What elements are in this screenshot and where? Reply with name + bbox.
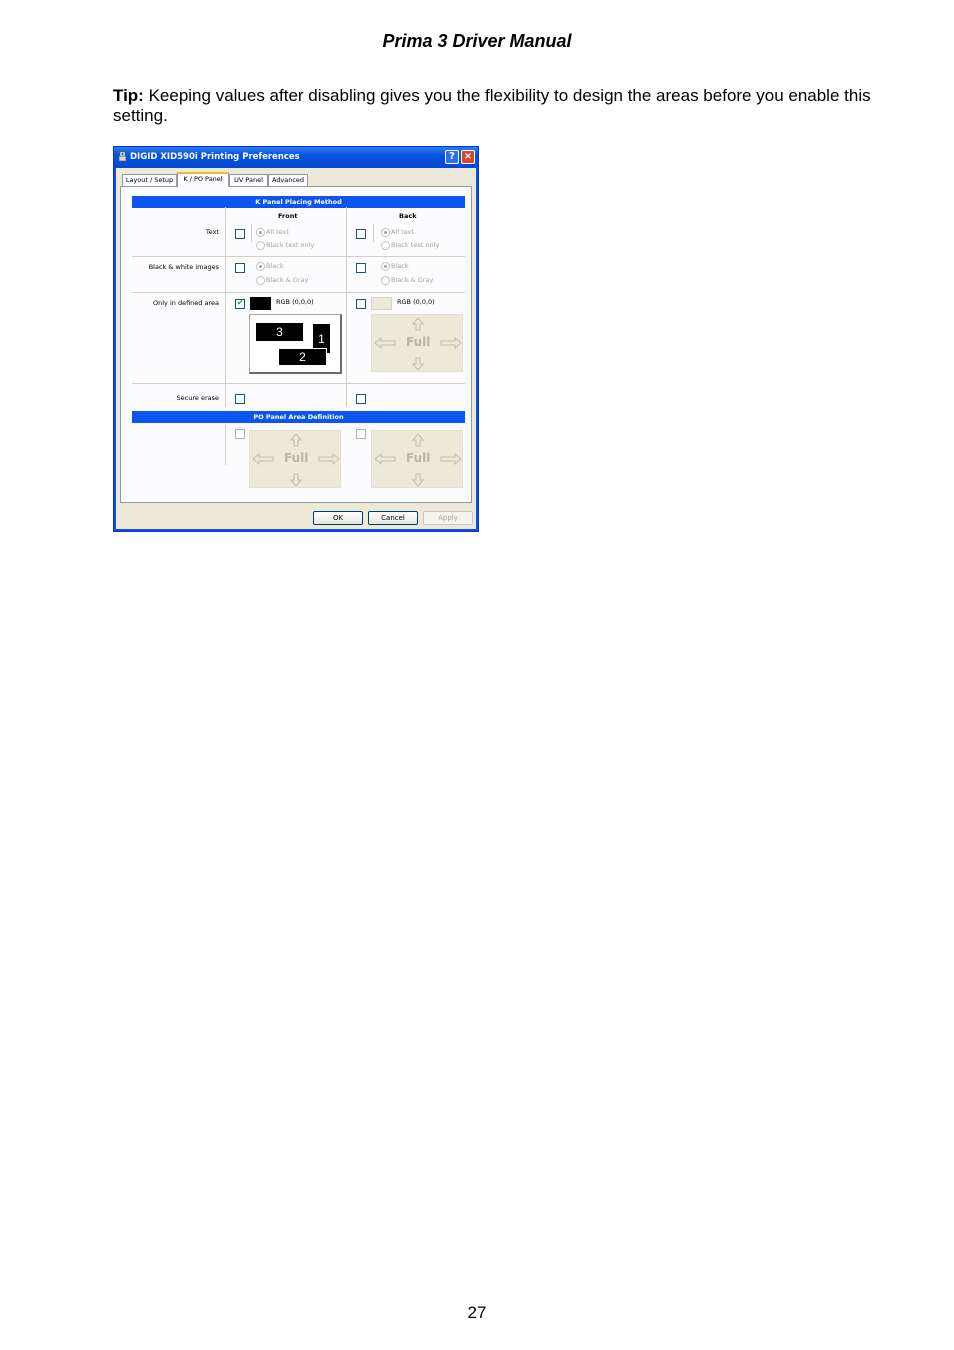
bw-front-checkbox[interactable]: [235, 263, 245, 273]
left-arrow-icon[interactable]: [252, 453, 274, 465]
right-arrow-icon[interactable]: [318, 453, 340, 465]
option-divider: [251, 224, 252, 242]
bw-back-blackgray-radio[interactable]: [381, 276, 390, 285]
k-po-panel-page: K Panel Placing Method Front Back Text A…: [120, 186, 472, 503]
po-back-checkbox[interactable]: [356, 429, 366, 439]
right-arrow-icon[interactable]: [440, 337, 462, 349]
bw-front-black-label: Black: [266, 262, 284, 270]
tip-text: Keeping values after disabling gives you…: [113, 86, 871, 125]
secure-erase-front-checkbox[interactable]: [235, 394, 245, 404]
back-column-header: Back: [399, 212, 417, 220]
front-color-swatch[interactable]: [250, 297, 271, 310]
tab-k-po-panel[interactable]: K / PO Panel: [177, 172, 229, 187]
back-color-swatch[interactable]: [371, 297, 392, 310]
up-arrow-icon[interactable]: [412, 433, 424, 447]
tip-paragraph: Tip: Keeping values after disabling give…: [113, 86, 883, 126]
secure-erase-back-checkbox[interactable]: [356, 394, 366, 404]
text-back-checkbox[interactable]: [356, 229, 366, 239]
text-back-all-radio[interactable]: [381, 228, 390, 237]
bw-back-checkbox[interactable]: [356, 263, 366, 273]
dialog-titlebar[interactable]: DIGID XID590i Printing Preferences ? ×: [114, 147, 478, 168]
help-button[interactable]: ?: [445, 150, 459, 164]
text-row-label: Text: [205, 228, 219, 236]
page-number: 27: [467, 1303, 487, 1322]
check-icon: ✔: [237, 298, 244, 307]
cancel-button[interactable]: Cancel: [368, 511, 418, 525]
front-rgb-label: RGB (0,0,0): [276, 298, 314, 306]
bw-front-black-radio[interactable]: [256, 262, 265, 271]
k-panel-heading: K Panel Placing Method: [132, 196, 465, 208]
right-arrow-icon[interactable]: [440, 453, 462, 465]
printing-preferences-dialog: DIGID XID590i Printing Preferences ? × L…: [113, 146, 479, 532]
defined-front-checkbox[interactable]: ✔: [235, 298, 245, 309]
po-back-area-full-box[interactable]: Full: [371, 430, 463, 488]
up-arrow-icon[interactable]: [290, 433, 302, 447]
tab-advanced[interactable]: Advanced: [268, 174, 308, 186]
defined-area-row-label: Only in defined area: [153, 299, 219, 307]
row-separator: [132, 256, 465, 257]
text-front-all-label: All text: [266, 228, 289, 236]
area-3[interactable]: 3: [255, 322, 304, 342]
po-front-area-full-box[interactable]: Full: [249, 430, 341, 488]
back-rgb-label: RGB (0,0,0): [397, 298, 435, 306]
column-divider: [225, 207, 226, 407]
row-separator: [132, 292, 465, 293]
bw-back-black-label: Black: [391, 262, 409, 270]
po-front-checkbox[interactable]: [235, 429, 245, 439]
down-arrow-icon[interactable]: [412, 357, 424, 371]
option-divider: [373, 224, 374, 242]
defined-back-checkbox[interactable]: [356, 299, 366, 309]
tab-layout-setup[interactable]: Layout / Setup: [122, 174, 177, 186]
up-arrow-icon[interactable]: [412, 317, 424, 331]
text-front-all-radio[interactable]: [256, 228, 265, 237]
text-front-blackonly-radio[interactable]: [256, 241, 265, 250]
bw-front-blackgray-label: Black & Gray: [266, 276, 309, 284]
row-separator: [132, 383, 465, 384]
po-panel-heading: PO Panel Area Definition: [132, 411, 465, 423]
close-button[interactable]: ×: [461, 150, 475, 164]
po-back-full-label: Full: [406, 451, 431, 465]
text-front-checkbox[interactable]: [235, 229, 245, 239]
bw-back-black-radio[interactable]: [381, 262, 390, 271]
secure-erase-label: Secure erase: [176, 394, 219, 402]
column-divider: [225, 425, 226, 465]
bw-back-blackgray-label: Black & Gray: [391, 276, 434, 284]
ok-button[interactable]: OK: [313, 511, 363, 525]
text-back-blackonly-radio[interactable]: [381, 241, 390, 250]
down-arrow-icon[interactable]: [412, 473, 424, 487]
down-arrow-icon[interactable]: [290, 473, 302, 487]
dialog-client-area: Layout / Setup K / PO Panel UV Panel Adv…: [116, 168, 476, 529]
area-2[interactable]: 2: [278, 348, 327, 366]
document-header: Prima 3 Driver Manual: [382, 31, 572, 51]
bw-front-blackgray-radio[interactable]: [256, 276, 265, 285]
left-arrow-icon[interactable]: [374, 337, 396, 349]
column-divider: [346, 207, 347, 407]
text-front-blackonly-label: Black text only: [266, 241, 315, 249]
bw-row-label: Black & white images: [148, 263, 219, 271]
front-area-preview[interactable]: 3 1 2: [249, 314, 342, 374]
dialog-title: DIGID XID590i Printing Preferences: [130, 152, 300, 162]
apply-button[interactable]: Apply: [423, 511, 473, 525]
text-back-all-label: All text: [391, 228, 414, 236]
back-area-full-label: Full: [406, 335, 431, 349]
tip-label: Tip:: [113, 86, 144, 105]
text-back-blackonly-label: Black text only: [391, 241, 440, 249]
printer-app-icon: [118, 151, 127, 162]
front-column-header: Front: [278, 212, 298, 220]
po-front-full-label: Full: [284, 451, 309, 465]
left-arrow-icon[interactable]: [374, 453, 396, 465]
back-area-full-box[interactable]: Full: [371, 314, 463, 372]
tab-uv-panel[interactable]: UV Panel: [229, 174, 268, 186]
